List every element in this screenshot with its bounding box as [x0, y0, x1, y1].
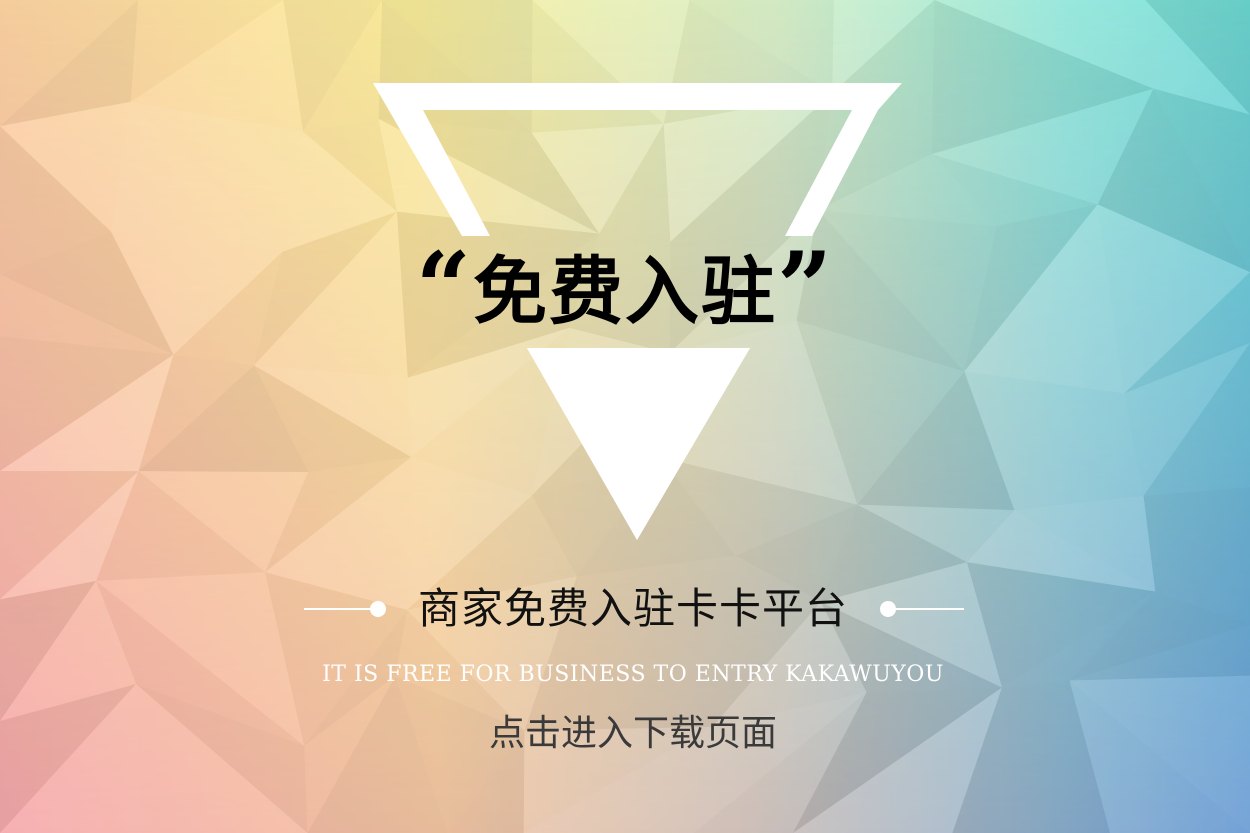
- open-quote: “: [415, 231, 473, 344]
- left-divider-dot: [370, 601, 386, 617]
- english-tagline: IT IS FREE FOR BUSINESS TO ENTRY KAKAWUY…: [322, 662, 944, 687]
- left-divider-line: [304, 608, 374, 610]
- headline: “免费入驻”: [0, 240, 1250, 336]
- right-divider-line: [894, 608, 964, 610]
- close-quote: ”: [777, 231, 835, 344]
- subtitle-row: 商家免费入驻卡卡平台: [300, 582, 966, 636]
- download-page-link[interactable]: 点击进入下载页面: [470, 708, 796, 760]
- subtitle: 商家免费入驻卡卡平台: [417, 584, 848, 633]
- headline-text: 免费入驻: [473, 249, 777, 335]
